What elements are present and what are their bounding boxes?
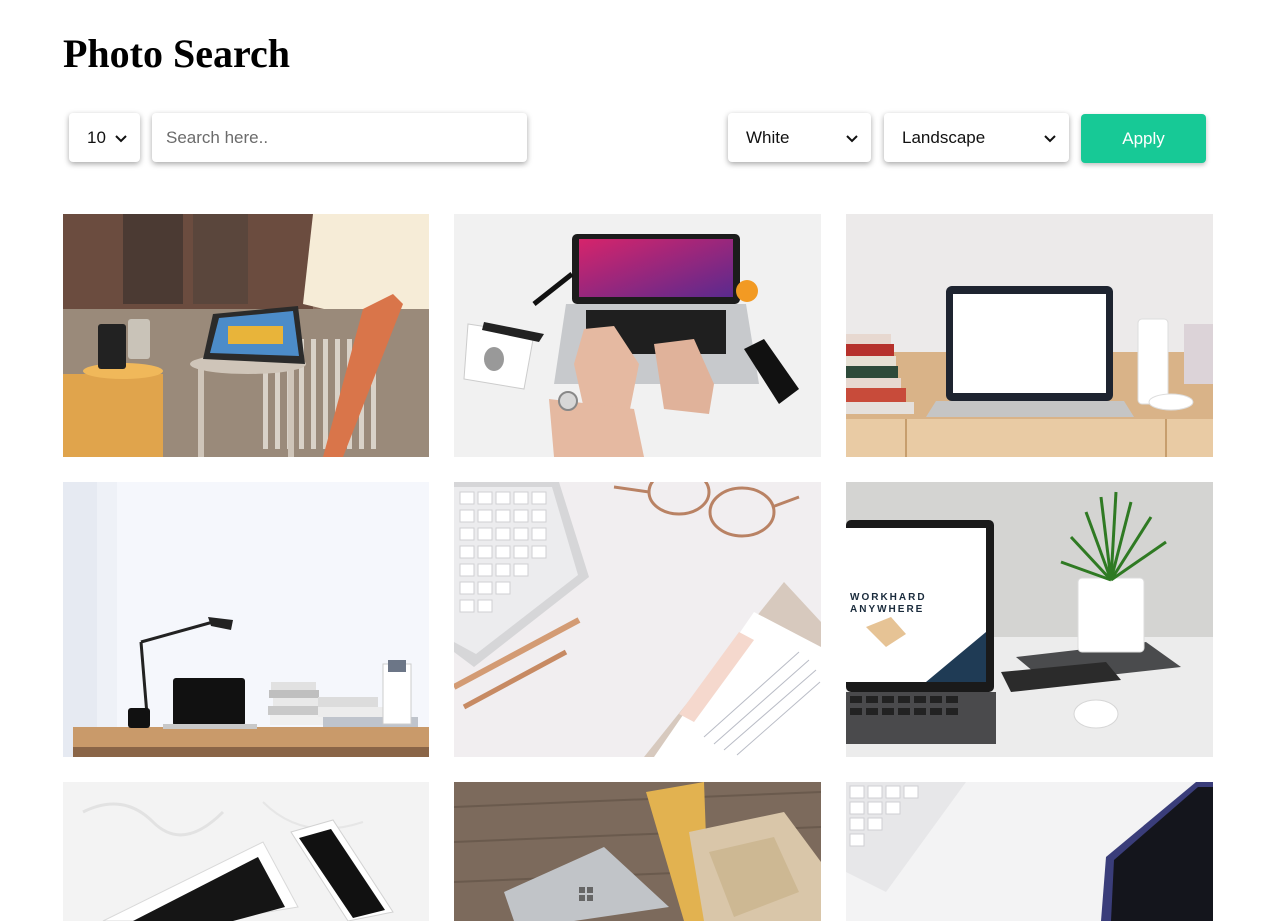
laptop-on-wooden-desk-photo <box>846 214 1213 457</box>
photo-tile-6[interactable]: WORKHARD ANYWHERE <box>846 482 1213 757</box>
laptop-with-plant-photo: WORKHARD ANYWHERE <box>846 482 1213 757</box>
per-page-value: 10 <box>87 127 106 147</box>
orientation-value: Landscape <box>902 127 986 147</box>
tablet-on-stool-photo <box>63 214 429 457</box>
photo-tile-8[interactable] <box>454 782 821 921</box>
search-input[interactable] <box>152 113 527 162</box>
photo-tile-2[interactable] <box>454 214 821 457</box>
minimal-desk-with-lamp-photo <box>63 482 429 757</box>
photo-tile-4[interactable] <box>63 482 429 757</box>
screen-text-1: WORKHARD <box>850 592 927 603</box>
chevron-down-icon <box>115 134 127 142</box>
photo-tile-9[interactable] <box>846 782 1213 921</box>
photo-tile-1[interactable] <box>63 214 429 457</box>
hands-typing-laptop-photo <box>454 214 821 457</box>
photo-tile-5[interactable] <box>454 482 821 757</box>
orientation-select[interactable]: Landscape <box>884 113 1069 162</box>
keyboard-and-dark-notebook-photo <box>846 782 1213 921</box>
surface-laptop-and-packages-photo <box>454 782 821 921</box>
color-select[interactable]: White <box>728 113 871 162</box>
tablet-and-phone-on-marble-photo <box>63 782 429 921</box>
apply-button[interactable]: Apply <box>1081 114 1206 163</box>
search-toolbar: 10 White Landscape Apply <box>0 0 1285 200</box>
screen-text-2: ANYWHERE <box>850 604 924 615</box>
chevron-down-icon <box>846 134 858 142</box>
per-page-select[interactable]: 10 <box>69 113 140 162</box>
color-value: White <box>746 127 790 147</box>
photo-tile-7[interactable] <box>63 782 429 921</box>
chevron-down-icon <box>1044 134 1056 142</box>
photo-tile-3[interactable] <box>846 214 1213 457</box>
keyboard-glasses-notebook-photo <box>454 482 821 757</box>
